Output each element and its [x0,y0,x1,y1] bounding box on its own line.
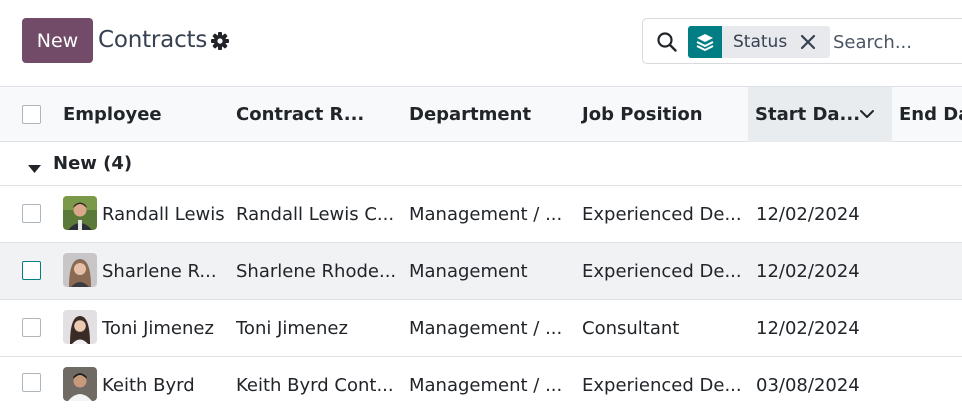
row-checkbox[interactable] [22,204,41,223]
avatar [63,310,97,344]
row-checkbox[interactable] [22,318,41,337]
cell-contract-reference: Sharlene Rhode... [236,260,397,282]
avatar [63,367,97,401]
cell-contract-reference: Toni Jimenez [236,317,348,339]
column-header-contract-reference[interactable]: Contract R... [236,87,406,142]
cell-employee: Randall Lewis [102,203,225,225]
cell-employee: Sharlene R... [102,260,217,282]
column-header-employee[interactable]: Employee [63,87,233,142]
cell-employee: Toni Jimenez [102,317,214,339]
cell-contract-reference: Randall Lewis C... [236,203,395,225]
cell-employee: Keith Byrd [102,374,195,396]
table-header: Employee Contract R... Department Job Po… [0,86,962,142]
column-header-end-date[interactable]: End Da [899,87,962,142]
cell-department: Management / ... [409,317,563,339]
cell-job-position: Experienced De... [582,260,742,282]
group-row-new[interactable]: New (4) [0,142,962,186]
column-header-start-date[interactable]: Start Da... [748,87,892,142]
cell-contract-reference: Keith Byrd Cont... [236,374,394,396]
layers-icon [688,26,722,58]
column-header-job-position[interactable]: Job Position [582,87,747,142]
new-button[interactable]: New [22,18,93,63]
cell-end-date [899,186,962,242]
cell-end-date [899,357,962,409]
cell-start-date: 12/02/2024 [756,203,860,225]
cell-start-date: 12/02/2024 [756,317,860,339]
cell-end-date [899,300,962,356]
page-title: Contracts [98,27,208,53]
search-icon[interactable] [655,30,679,54]
column-header-start-date-label: Start Da... [755,104,861,125]
avatar [63,253,97,287]
search-bar[interactable]: Status [642,18,962,64]
cell-start-date: 03/08/2024 [756,374,860,396]
row-checkbox[interactable] [22,261,41,280]
cell-job-position: Consultant [582,317,680,339]
table-row[interactable]: Keith Byrd Keith Byrd Cont... Management… [0,357,962,409]
status-facet: Status [722,26,830,58]
cell-department: Management / ... [409,203,563,225]
cell-end-date [899,243,962,299]
close-icon[interactable] [798,32,818,52]
column-header-department[interactable]: Department [409,87,579,142]
cell-department: Management / ... [409,374,563,396]
facet-label: Status [733,32,788,52]
avatar [63,196,97,230]
cell-job-position: Experienced De... [582,203,742,225]
group-label: New (4) [53,153,133,174]
cell-job-position: Experienced De... [582,374,742,396]
caret-down-icon [28,159,41,173]
table-row[interactable]: Toni Jimenez Toni Jimenez Management / .… [0,300,962,357]
cell-start-date: 12/02/2024 [756,260,860,282]
table-row[interactable]: Randall Lewis Randall Lewis C... Managem… [0,186,962,243]
gear-icon[interactable] [210,31,230,51]
table-row[interactable]: Sharlene R... Sharlene Rhode... Manageme… [0,243,962,300]
cell-department: Management [409,260,528,282]
select-all-checkbox[interactable] [22,105,41,124]
search-input[interactable] [833,27,962,57]
chevron-down-icon[interactable] [858,105,876,123]
row-checkbox[interactable] [22,373,41,392]
